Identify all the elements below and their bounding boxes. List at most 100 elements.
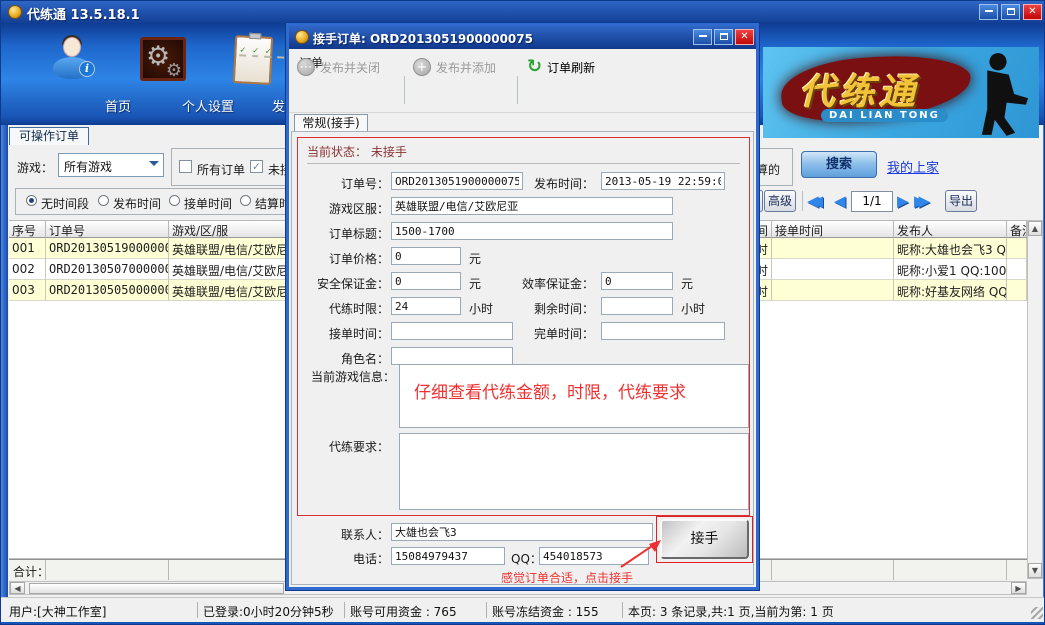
home-person-icon: i [51, 35, 95, 91]
annotation-red-box [297, 137, 750, 516]
last-page-icon[interactable]: ▶▶ [914, 191, 923, 212]
main-window: 代练通 13.5.18.1 ✕ i 首页 ⚙⚙ 个人设置 ✓✓✓✓ 发单管理 [0, 0, 1045, 625]
status-login-time: 已登录:0小时20分钟5秒 [203, 603, 334, 620]
toolbar-settings-button[interactable]: ⚙⚙ 个人设置 [118, 33, 208, 117]
cell-publisher: 昵称:好基友网络 QQ [894, 280, 1007, 301]
scroll-left-icon[interactable]: ◀ [10, 582, 25, 594]
toolbar-home-button[interactable]: i 首页 [28, 33, 118, 117]
checkbox-all-orders[interactable] [179, 160, 192, 173]
contact-label: 联系人： [304, 526, 389, 543]
checkbox-all-orders-label: 所有订单 [197, 161, 245, 178]
publish-close-label: 发布并关闭 [320, 59, 380, 76]
cell-no: 002 [9, 259, 46, 280]
annotation-click-accept: 感觉订单合适，点击接手 [501, 569, 633, 586]
status-bar: 用户:[大神工作室] 已登录:0小时20分钟5秒 账号可用资金 : 765 账号… [1, 597, 1045, 622]
dialog-close-button[interactable]: ✕ [735, 29, 754, 45]
cell-note [1007, 238, 1027, 259]
cell-note [1007, 280, 1027, 301]
annotation-check-info: 仔细查看代练金额，时限，代练要求 [414, 378, 686, 403]
radio-publish-time-label: 发布时间 [113, 195, 161, 212]
annotation-arrow-icon [617, 536, 663, 570]
radio-settle-time[interactable] [240, 195, 251, 206]
app-icon [8, 5, 22, 19]
dialog-title: 接手订单: ORD2013051900000075 [313, 30, 533, 47]
game-select-value: 所有游戏 [64, 158, 112, 175]
cell-order: ORD2013050700000028 [46, 259, 169, 280]
resize-grip[interactable] [1031, 607, 1043, 619]
status-page-info: 本页: 3 条记录,共:1 页,当前为第: 1 页 [628, 603, 834, 620]
brand-cn: 代练通 [799, 63, 919, 115]
app-title: 代练通 13.5.18.1 [27, 4, 140, 23]
radio-publish-time[interactable] [98, 195, 109, 206]
scroll-up-icon[interactable]: ▲ [1028, 221, 1042, 236]
phone-label: 电话： [304, 550, 389, 567]
dialog-maximize-button[interactable] [714, 29, 733, 45]
plus-icon: + [413, 58, 431, 76]
publish-add-button: + 发布并添加 [413, 50, 496, 84]
vertical-scrollbar[interactable]: ▲ ▼ [1027, 220, 1043, 579]
checkbox-settled-label-tail: 算的 [756, 161, 780, 178]
cell-accept-time [772, 280, 894, 301]
dialog-titlebar: 接手订单: ORD2013051900000075 ✕ [289, 26, 756, 49]
publish-close-icon: ⋯ [297, 58, 315, 76]
scroll-right-icon[interactable]: ▶ [1011, 582, 1026, 594]
game-select[interactable]: 所有游戏 [58, 153, 164, 177]
cell-publisher: 昵称:小爱1 QQ:1000 [894, 259, 1007, 280]
contact-field[interactable] [391, 523, 653, 541]
col-header-note[interactable]: 备注 [1007, 220, 1027, 238]
next-page-icon[interactable]: ▶ [897, 191, 909, 212]
order-refresh-label: 订单刷新 [547, 59, 595, 76]
cell-publisher: 昵称:大雄也会飞3 Q [894, 238, 1007, 259]
my-seller-link[interactable]: 我的上家 [887, 157, 939, 176]
toolbar-orders-button[interactable]: ✓✓✓✓ 发单管理 [208, 33, 298, 117]
first-page-icon[interactable]: ◀◀ [807, 191, 816, 212]
close-button[interactable]: ✕ [1023, 4, 1042, 20]
cell-no: 003 [9, 280, 46, 301]
cell-order: ORD2013050500000018 [46, 280, 169, 301]
col-header-no[interactable]: 序号 [9, 220, 46, 238]
prev-page-icon[interactable]: ◀ [834, 191, 846, 212]
advanced-button[interactable]: 高级 [764, 190, 796, 212]
window-frame-left [1, 125, 8, 597]
toolbar-separator [802, 191, 803, 211]
col-header-order[interactable]: 订单号 [46, 220, 169, 238]
chevron-down-icon [149, 161, 159, 171]
scrollbar-thumb[interactable] [29, 583, 284, 594]
refresh-icon: ↻ [527, 58, 542, 76]
scroll-down-icon[interactable]: ▼ [1028, 563, 1042, 578]
tab-operable-orders[interactable]: 可操作订单 [9, 127, 89, 145]
export-button[interactable]: 导出 [945, 190, 977, 212]
dialog-minimize-button[interactable] [693, 29, 712, 45]
order-refresh-button[interactable]: ↻ 订单刷新 [527, 50, 595, 84]
qq-label: QQ： [511, 550, 537, 567]
game-filter-label: 游戏： [17, 159, 53, 176]
status-frozen-funds: 账号冻结资金 : 155 [492, 603, 599, 620]
accept-order-button[interactable]: 接手 [660, 519, 749, 559]
status-user: 用户:[大神工作室] [9, 603, 106, 620]
gear-icon: ⚙⚙ [140, 37, 186, 81]
kicking-silhouette-icon [959, 51, 1037, 137]
take-order-dialog: 接手订单: ORD2013051900000075 ✕ 订单 ⋯ 发布并关闭 +… [286, 23, 759, 590]
checkbox-unaccepted[interactable]: ✓ [250, 160, 263, 173]
brand-banner: 代练通 DAI LIAN TONG [763, 47, 1039, 138]
brand-en: DAI LIAN TONG [821, 109, 948, 122]
cell-accept-time [772, 238, 894, 259]
dialog-tab-general[interactable]: 常规(接手) [294, 114, 368, 132]
main-titlebar: 代练通 13.5.18.1 ✕ [1, 1, 1045, 23]
cell-no: 001 [9, 238, 46, 259]
radio-accept-time[interactable] [169, 195, 180, 206]
cell-note [1007, 259, 1027, 280]
col-header-publisher[interactable]: 发布人 [894, 220, 1007, 238]
minimize-button[interactable] [979, 4, 998, 20]
dialog-icon [295, 30, 309, 44]
radio-accept-time-label: 接单时间 [184, 195, 232, 212]
clipboard-icon: ✓✓✓✓ [233, 35, 273, 85]
radio-no-time-range-label: 无时间段 [41, 195, 89, 212]
page-indicator[interactable]: 1/1 [851, 191, 893, 212]
maximize-button[interactable] [1001, 4, 1020, 20]
search-button[interactable]: 搜索 [801, 151, 877, 178]
phone-field[interactable] [391, 547, 505, 565]
radio-no-time-range[interactable] [26, 195, 37, 206]
publish-close-button: ⋯ 发布并关闭 [297, 50, 380, 84]
col-header-accept-time[interactable]: 接单时间 [772, 220, 894, 238]
